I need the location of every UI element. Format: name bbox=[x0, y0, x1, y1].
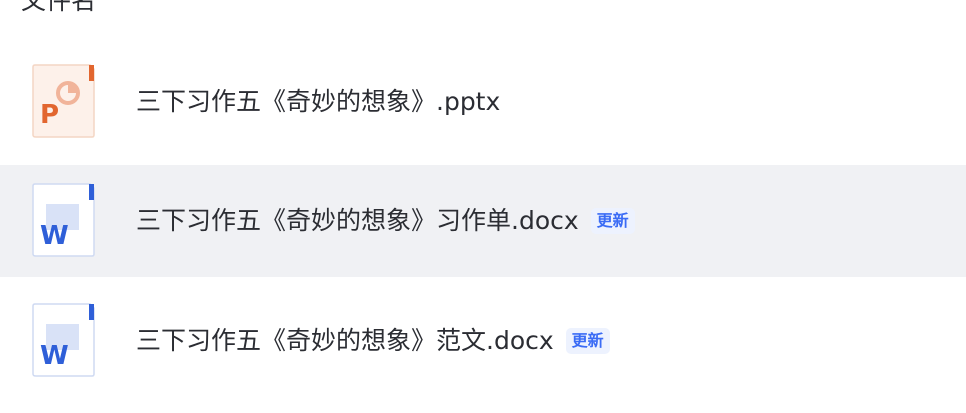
column-header-filename[interactable]: 文件名 bbox=[21, 0, 96, 16]
file-list: 文件名 P 三下习作五《奇妙的想象》.pptx W 三下习作五《奇妙的想象》习作… bbox=[0, 0, 966, 413]
file-row[interactable]: W 三下习作五《奇妙的想象》习作单.docx 更新 bbox=[0, 165, 966, 277]
update-badge: 更新 bbox=[590, 208, 635, 234]
file-name-text: 三下习作五《奇妙的想象》习作单.docx bbox=[136, 206, 579, 235]
file-name[interactable]: 三下习作五《奇妙的想象》.pptx bbox=[136, 87, 500, 117]
svg-text:W: W bbox=[40, 221, 69, 251]
file-name[interactable]: 三下习作五《奇妙的想象》习作单.docx 更新 bbox=[136, 206, 635, 236]
file-row[interactable]: P 三下习作五《奇妙的想象》.pptx bbox=[0, 46, 966, 158]
word-file-icon: W bbox=[32, 302, 96, 378]
file-name[interactable]: 三下习作五《奇妙的想象》范文.docx 更新 bbox=[136, 326, 610, 356]
update-badge: 更新 bbox=[565, 328, 610, 354]
svg-text:W: W bbox=[40, 341, 69, 371]
file-row[interactable]: W 三下习作五《奇妙的想象》范文.docx 更新 bbox=[0, 285, 966, 397]
svg-text:P: P bbox=[40, 100, 59, 130]
file-name-text: 三下习作五《奇妙的想象》范文.docx bbox=[136, 326, 554, 355]
word-file-icon: W bbox=[32, 182, 96, 258]
powerpoint-file-icon: P bbox=[32, 63, 96, 139]
file-name-text: 三下习作五《奇妙的想象》.pptx bbox=[136, 87, 501, 116]
